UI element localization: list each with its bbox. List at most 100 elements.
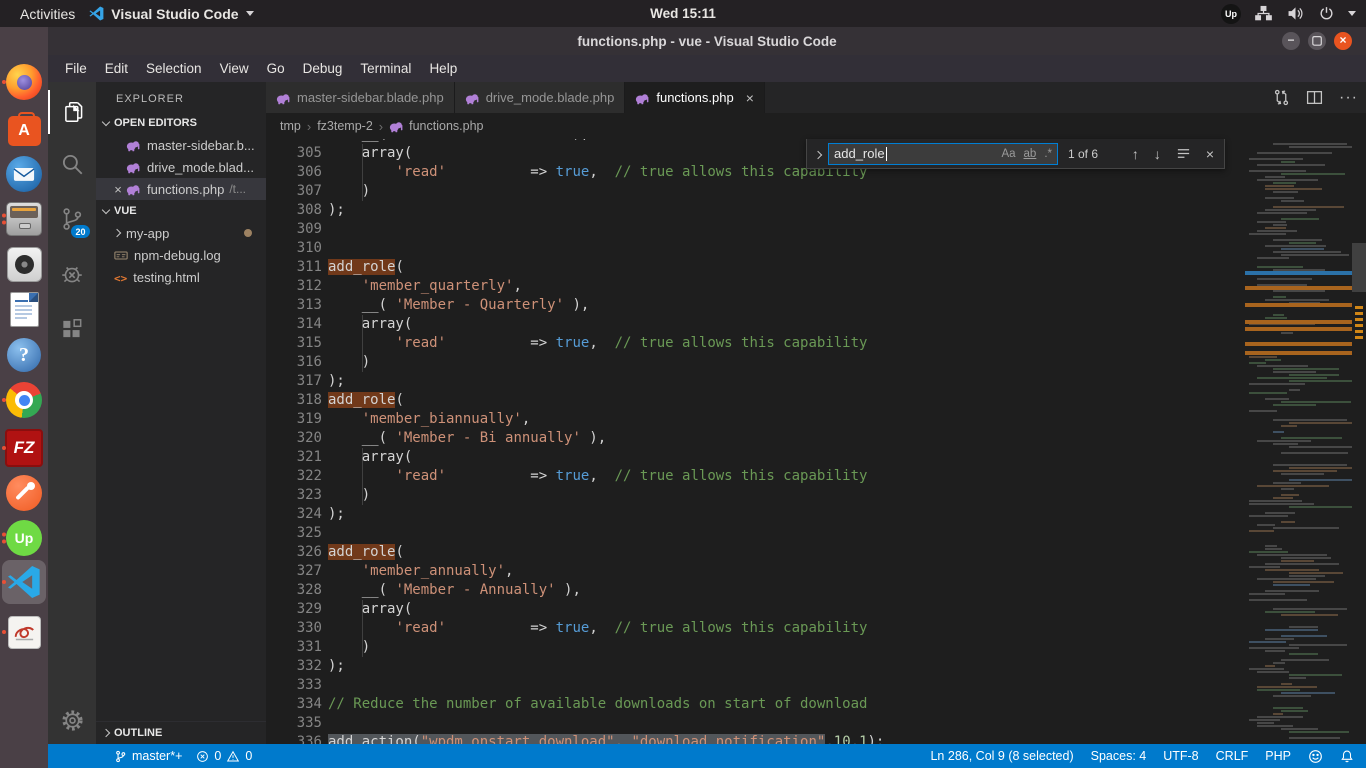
editor-group: master-sidebar.blade.phpdrive_mode.blade…	[266, 82, 1366, 744]
outline-header[interactable]: OUTLINE	[96, 721, 266, 744]
language-mode-status[interactable]: PHP	[1265, 749, 1291, 763]
search-activity-icon[interactable]	[48, 142, 96, 186]
feedback-smiley-icon[interactable]	[1308, 749, 1323, 764]
project-item-testing.html[interactable]: <>testing.html	[96, 266, 266, 288]
line-number: 331	[266, 638, 322, 657]
scrollbar-thumb[interactable]	[1352, 243, 1366, 292]
maximize-button[interactable]: ▢	[1308, 32, 1326, 50]
find-input[interactable]: add_role Aa ab .*	[828, 143, 1058, 165]
file-label: master-sidebar.b...	[147, 138, 255, 153]
line-number: 330	[266, 619, 322, 638]
code-line-317: 317);	[266, 372, 1245, 391]
minimap-code-line	[1249, 158, 1303, 160]
find-in-selection-icon[interactable]	[1176, 146, 1191, 161]
breadcrumb-item-tmp[interactable]: tmp	[280, 119, 301, 133]
cursor-position-status[interactable]: Ln 286, Col 9 (8 selected)	[930, 749, 1073, 763]
match-case-toggle[interactable]: Aa	[1001, 148, 1015, 160]
tab-close-icon[interactable]: ×	[746, 90, 754, 106]
settings-gear-icon[interactable]	[48, 698, 96, 742]
notifications-bell-icon[interactable]	[1340, 749, 1354, 764]
project-section-header[interactable]: VUE	[96, 200, 266, 222]
minimap-code-line	[1281, 683, 1292, 685]
menu-edit[interactable]: Edit	[96, 55, 137, 82]
minimap[interactable]	[1245, 139, 1352, 744]
more-actions-icon[interactable]: ···	[1339, 89, 1358, 107]
explorer-title: EXPLORER	[96, 82, 266, 105]
dock-item-thunderbird[interactable]	[0, 151, 48, 197]
problems-status[interactable]: 0 0	[196, 749, 252, 763]
minimize-button[interactable]: −	[1282, 32, 1300, 50]
open-editors-header[interactable]: OPEN EDITORS	[96, 112, 266, 134]
open-editor-functions.php[interactable]: ×functions.php/t...	[96, 178, 266, 200]
close-editor-icon[interactable]: ×	[110, 182, 126, 197]
dock-item-rhythmbox[interactable]	[0, 241, 48, 287]
next-match-button[interactable]: ↓	[1154, 146, 1161, 162]
eol-status[interactable]: CRLF	[1216, 749, 1249, 763]
minimap-code-line	[1273, 713, 1283, 715]
editor-scrollbar[interactable]	[1352, 139, 1366, 744]
dock-item-ubuntu-software[interactable]: A	[0, 106, 48, 152]
explorer-activity-icon[interactable]	[48, 90, 98, 134]
line-number: 305	[266, 144, 322, 163]
minimap-code-line	[1289, 506, 1352, 508]
dock-item-libreoffice-writer[interactable]	[0, 286, 48, 332]
code-editor[interactable]: 304 __( 'Premium Subscriber' ),305 array…	[266, 139, 1245, 744]
dock-item-postman[interactable]	[0, 470, 48, 516]
network-icon[interactable]	[1254, 5, 1273, 22]
line-text: 'read' => true, // true allows this capa…	[328, 163, 867, 182]
dock-item-help[interactable]: ?	[0, 332, 48, 378]
open-editor-master-sidebar.b...[interactable]: master-sidebar.b...	[96, 134, 266, 156]
volume-icon[interactable]	[1286, 5, 1305, 22]
regex-toggle[interactable]: .*	[1044, 148, 1052, 160]
open-editor-drive_mode.blad...[interactable]: drive_mode.blad...	[96, 156, 266, 178]
minimap-code-line	[1281, 728, 1318, 730]
dock-item-vscode[interactable]	[0, 559, 48, 605]
encoding-status[interactable]: UTF-8	[1163, 749, 1198, 763]
minimap-code-line	[1249, 170, 1306, 172]
code-token: ,	[589, 164, 597, 180]
close-button[interactable]: ×	[1334, 32, 1352, 50]
debug-activity-icon[interactable]	[48, 252, 96, 296]
line-number: 316	[266, 353, 322, 372]
dock-item-chrome[interactable]	[0, 377, 48, 423]
breadcrumb-item-functions.php[interactable]: functions.php	[409, 119, 483, 133]
indentation-status[interactable]: Spaces: 4	[1091, 749, 1147, 763]
compare-changes-icon[interactable]	[1273, 89, 1290, 106]
project-item-my-app[interactable]: my-app	[96, 222, 266, 244]
tab-master-sidebar.blade.php[interactable]: master-sidebar.blade.php	[266, 82, 455, 113]
whole-word-toggle[interactable]: ab	[1024, 148, 1037, 160]
git-branch-status[interactable]: master*+	[114, 749, 182, 763]
clock[interactable]: Wed 15:11	[0, 6, 1366, 21]
toggle-replace-chevron-icon[interactable]	[815, 145, 821, 163]
dock-item-firefox[interactable]	[0, 59, 48, 105]
menu-go[interactable]: Go	[258, 55, 294, 82]
breadcrumb-item-fz3temp-2[interactable]: fz3temp-2	[317, 119, 373, 133]
menu-file[interactable]: File	[56, 55, 96, 82]
text-caret	[886, 147, 887, 161]
split-editor-icon[interactable]	[1306, 89, 1323, 106]
line-number: 327	[266, 562, 322, 581]
system-menu-caret-icon[interactable]	[1348, 11, 1356, 16]
code-token: array(	[328, 145, 412, 161]
menu-help[interactable]: Help	[420, 55, 466, 82]
dock-item-annotation-tool[interactable]	[0, 609, 48, 655]
project-item-npm-debug.log[interactable]: npm-debug.log	[96, 244, 266, 266]
tab-drive_mode.blade.php[interactable]: drive_mode.blade.php	[455, 82, 626, 113]
close-find-button[interactable]: ×	[1206, 146, 1214, 162]
power-icon[interactable]	[1318, 5, 1335, 22]
dock-item-files[interactable]	[0, 196, 48, 242]
upwork-tray-icon[interactable]: Up	[1221, 4, 1241, 24]
dock-item-filezilla[interactable]: FZ	[0, 425, 48, 471]
extensions-activity-icon[interactable]	[48, 307, 96, 351]
menu-selection[interactable]: Selection	[137, 55, 211, 82]
tab-functions.php[interactable]: functions.php ×	[625, 82, 765, 113]
menu-debug[interactable]: Debug	[294, 55, 352, 82]
line-number: 310	[266, 239, 322, 258]
minimap-code-line	[1265, 398, 1289, 400]
tab-label: functions.php	[656, 90, 733, 105]
menu-view[interactable]: View	[211, 55, 258, 82]
menu-terminal[interactable]: Terminal	[351, 55, 420, 82]
dock-item-upwork[interactable]: Up	[0, 515, 48, 561]
source-control-activity-icon[interactable]: 20	[48, 197, 96, 241]
previous-match-button[interactable]: ↑	[1132, 146, 1139, 162]
